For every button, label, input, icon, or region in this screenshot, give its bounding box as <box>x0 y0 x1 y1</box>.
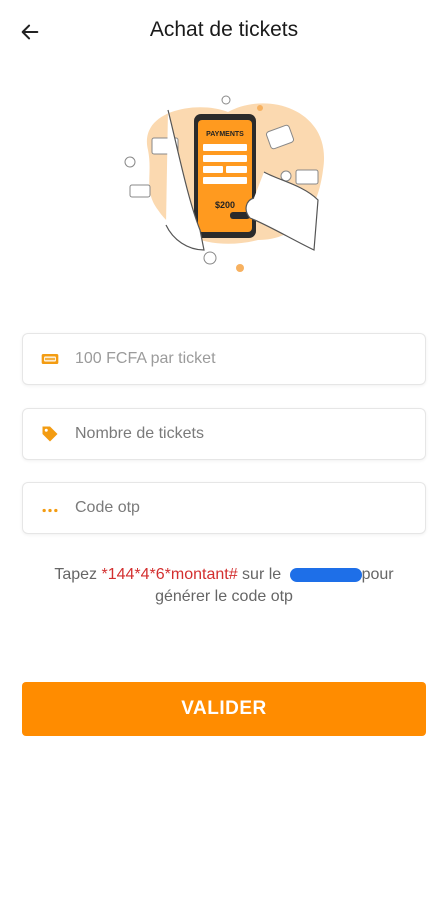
otp-instructions: Tapez *144*4*6*montant# sur le pour géné… <box>22 564 426 608</box>
price-per-ticket-field[interactable] <box>22 333 426 385</box>
phone-heading: PAYMENTS <box>206 131 244 138</box>
hint-middle: sur le <box>237 566 286 583</box>
hint-line-2: générer le code otp <box>155 588 293 605</box>
app-header: Achat de tickets <box>0 0 448 62</box>
ticket-count-field[interactable] <box>22 408 426 460</box>
masked-phone-number <box>289 567 362 582</box>
page-title: Achat de tickets <box>149 18 299 41</box>
otp-code-input[interactable] <box>75 499 395 517</box>
dots-icon <box>39 497 61 519</box>
hint-suffix: pour <box>361 566 394 583</box>
price-per-ticket-input[interactable] <box>75 350 395 368</box>
ticket-icon <box>39 348 61 370</box>
hint-prefix: Tapez <box>54 566 102 583</box>
tag-icon <box>39 423 61 445</box>
validate-button[interactable]: VALIDER <box>22 682 426 736</box>
ticket-count-input[interactable] <box>75 425 395 443</box>
ussd-code: *144*4*6*montant# <box>101 566 238 583</box>
otp-code-field[interactable] <box>22 482 426 534</box>
phone-amount: $200 <box>215 200 235 210</box>
payment-illustration: PAYMENTS $200 <box>124 95 325 272</box>
